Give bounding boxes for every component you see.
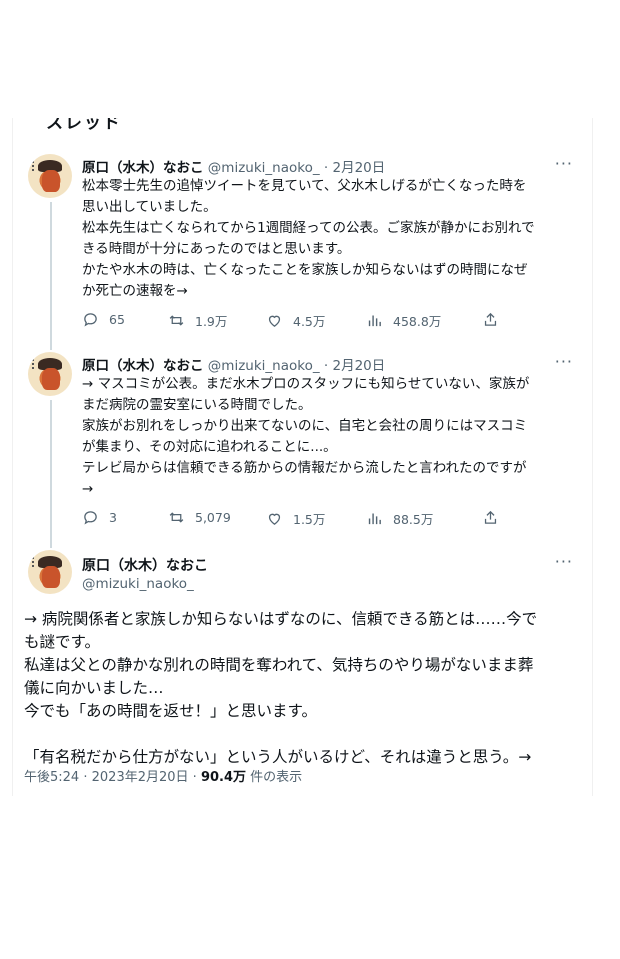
like-icon (268, 315, 281, 327)
reply-count: 65 (109, 312, 125, 327)
views-count[interactable]: 90.4万 (201, 770, 246, 785)
retweet-button[interactable]: 1.9万 (168, 311, 227, 330)
share-icon (484, 510, 497, 524)
tweet-actions: 65 1.9万 4.5万 458.8万 (82, 311, 562, 331)
tweet-time[interactable]: 午後5:24 (24, 770, 79, 785)
tweet-text: → マスコミが公表。まだ水木プロのスタッフにも知らせていない、家族が まだ病院の… (82, 376, 530, 497)
views-button[interactable]: 458.8万 (366, 311, 441, 330)
like-count: 1.5万 (293, 512, 326, 527)
retweet-count: 5,079 (195, 510, 231, 525)
tweet-thread-card: スレッド 原口（水木）なおこ @mizuki_naoko_ · 2月20日 ··… (12, 118, 593, 796)
tweet-text: → 病院関係者と家族しか知らないはずなのに、信頼できる筋とは……今で も謎です。… (24, 610, 538, 766)
tweet-date[interactable]: 2月20日 (332, 358, 385, 374)
thread-line (50, 202, 52, 350)
author-handle[interactable]: @mizuki_naoko_ (208, 160, 320, 176)
avatar[interactable] (28, 550, 72, 594)
author-name[interactable]: 原口（水木）なおこ (82, 555, 208, 575)
more-icon[interactable]: ··· (555, 154, 573, 173)
tweet-meta: 午後5:24 · 2023年2月20日 · 90.4万 件の表示 (24, 766, 302, 785)
reply-button[interactable]: 3 (82, 509, 117, 526)
tweet-header: 原口（水木）なおこ @mizuki_naoko_ · 2月20日 (82, 156, 385, 176)
avatar[interactable] (28, 154, 72, 198)
reply-count: 3 (109, 510, 117, 525)
retweet-count: 1.9万 (195, 314, 228, 329)
author-handle[interactable]: @mizuki_naoko_ (208, 358, 320, 374)
separator: · (323, 160, 329, 176)
views-count: 458.8万 (393, 314, 442, 329)
header-title-partial: スレッド (46, 118, 122, 133)
views-label: 件の表示 (250, 770, 303, 785)
views-icon (368, 513, 381, 525)
author-name[interactable]: 原口（水木）なおこ (82, 160, 204, 176)
retweet-button[interactable]: 5,079 (168, 509, 231, 526)
share-button[interactable] (482, 311, 509, 328)
tweet-text: 松本零士先生の追悼ツイートを見ていて、父水木しげるが亡くなった時を 思い出してい… (82, 178, 535, 299)
tweet-date[interactable]: 2023年2月20日 (92, 770, 189, 785)
thread-line (50, 400, 52, 548)
author-name[interactable]: 原口（水木）なおこ (82, 358, 204, 374)
reply-icon (84, 511, 97, 525)
tweet-header: 原口（水木）なおこ @mizuki_naoko_ · 2月20日 (82, 354, 385, 374)
views-button[interactable]: 88.5万 (366, 509, 433, 528)
separator: · (192, 770, 197, 785)
tweet-actions: 3 5,079 1.5万 88.5万 (82, 509, 562, 529)
share-button[interactable] (482, 509, 509, 526)
author-handle[interactable]: @mizuki_naoko_ (82, 576, 194, 592)
like-count: 4.5万 (293, 314, 326, 329)
like-icon (268, 513, 281, 525)
like-button[interactable]: 4.5万 (266, 311, 325, 330)
tweet-date[interactable]: 2月20日 (332, 160, 385, 176)
retweet-icon (169, 512, 184, 523)
reply-button[interactable]: 65 (82, 311, 125, 328)
share-icon (484, 312, 497, 326)
separator: · (83, 770, 88, 785)
reply-icon (84, 313, 97, 327)
like-button[interactable]: 1.5万 (266, 509, 325, 528)
avatar[interactable] (28, 352, 72, 396)
more-icon[interactable]: ··· (555, 552, 573, 571)
views-count: 88.5万 (393, 512, 434, 527)
more-icon[interactable]: ··· (555, 352, 573, 371)
retweet-icon (169, 315, 184, 326)
separator: · (323, 358, 329, 374)
views-icon (368, 315, 381, 327)
